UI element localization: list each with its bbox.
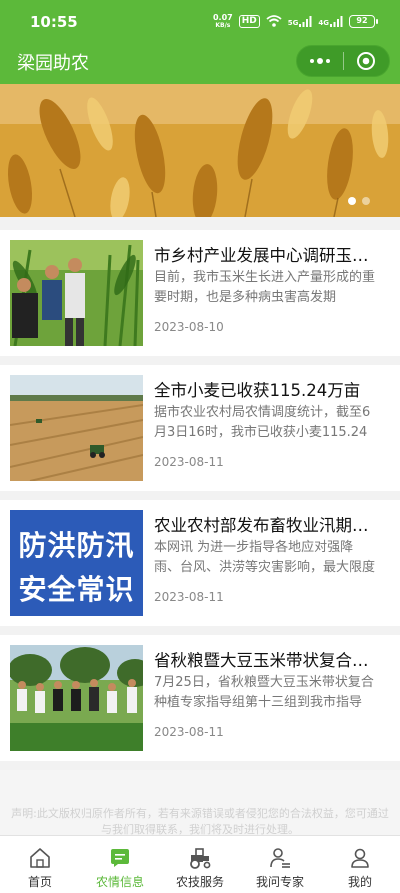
tab-tech-service[interactable]: 农技服务 — [160, 836, 240, 893]
signal-icon-1: 5G — [288, 16, 313, 27]
news-item[interactable]: 全市小麦已收获115.24万亩 据市农业农村局农情调度统计，截至6月3日16时，… — [0, 365, 400, 491]
status-bar: 10:55 0.07 KB/s HD 5G 4G 92 — [0, 0, 400, 40]
carousel-dot-active[interactable] — [348, 197, 356, 205]
news-summary: 7月25日，省秋粮暨大豆玉米带状复合种植专家指导组第十三组到我市指导 — [154, 675, 374, 710]
more-dot-icon — [325, 59, 330, 63]
news-item[interactable]: 防洪防汛 安全常识 农业农村部发布畜牧业汛期防灾减灾技术指导意见 本网讯 为进一… — [0, 500, 400, 626]
bottom-tab-bar: 首页 农情信息 农技服务 我问专家 我的 — [0, 835, 400, 893]
news-date: 2023-08-11 — [154, 590, 224, 604]
news-summary: 本网讯 为进一步指导各地应对强降雨、台风、洪涝等灾害影响，最大限度减少损失 — [154, 540, 376, 575]
carousel-indicator — [348, 197, 370, 205]
battery-cap — [376, 19, 378, 24]
signal-label-2: 4G — [318, 19, 329, 27]
copyright-text: 声明:此文版权归原作者所有，若有来源错误或者侵犯您的合法权益，您可通过与我们取得… — [11, 807, 389, 836]
news-summary: 目前，我市玉米生长进入产量形成的重要时期，也是多种病虫害高发期 — [154, 270, 376, 305]
page-title: 梁园助农 — [17, 53, 89, 74]
news-date: 2023-08-10 — [154, 320, 224, 334]
message-icon — [108, 846, 132, 870]
tab-home[interactable]: 首页 — [0, 836, 80, 893]
news-thumbnail: 防洪防汛 安全常识 — [10, 510, 143, 616]
tab-label: 我的 — [347, 875, 372, 889]
tab-label: 农技服务 — [175, 875, 224, 889]
user-icon — [348, 846, 372, 870]
battery-icon: 92 — [349, 15, 378, 28]
poster-text-line2: 安全常识 — [18, 573, 135, 606]
signal-icon-2: 4G — [318, 16, 343, 27]
battery-level: 92 — [349, 15, 375, 28]
news-item[interactable]: 市乡村产业发展中心调研玉米生长 目前，我市玉米生长进入产量形成的重要时期，也是多… — [0, 230, 400, 356]
more-dot-icon — [309, 59, 314, 63]
home-icon — [28, 846, 52, 870]
news-date: 2023-08-11 — [154, 725, 224, 739]
tab-label: 我问专家 — [255, 875, 304, 889]
tab-label: 农情信息 — [95, 875, 144, 889]
news-title: 农业农村部发布畜牧业汛期防灾减灾技术指导意见 — [154, 516, 376, 535]
net-speed-unit: KB/s — [215, 22, 231, 29]
status-icons: 0.07 KB/s HD 5G 4G 92 — [213, 12, 378, 31]
tab-farm-info[interactable]: 农情信息 — [80, 836, 160, 893]
news-item[interactable]: 省秋粮暨大豆玉米带状复合种植指导 7月25日，省秋粮暨大豆玉米带状复合种植专家指… — [0, 635, 400, 761]
mini-program-capsule — [296, 45, 390, 77]
news-thumbnail — [10, 240, 143, 346]
news-date: 2023-08-11 — [154, 455, 224, 469]
poster-text-line1: 防洪防汛 — [18, 529, 135, 562]
wifi-icon — [266, 12, 282, 31]
target-icon — [357, 52, 376, 70]
nav-bar: 梁园助农 — [0, 40, 400, 84]
news-thumbnail — [10, 645, 143, 751]
news-title: 市乡村产业发展中心调研玉米生长 — [154, 246, 376, 265]
close-mini-program-button[interactable] — [343, 51, 389, 71]
tab-mine[interactable]: 我的 — [320, 836, 400, 893]
banner-carousel[interactable] — [0, 84, 400, 217]
tractor-icon — [188, 846, 212, 870]
hd-badge: HD — [238, 15, 260, 28]
status-time: 10:55 — [30, 13, 78, 31]
wheat-field-image — [0, 84, 400, 217]
more-dot-icon — [316, 58, 323, 64]
news-title: 全市小麦已收获115.24万亩 — [154, 381, 361, 400]
expert-icon — [268, 846, 292, 870]
news-summary: 据市农业农村局农情调度统计，截至6月3日16时，我市已收获小麦115.24万亩 — [154, 405, 371, 440]
copyright-notice: 声明:此文版权归原作者所有，若有来源错误或者侵犯您的合法权益，您可通过与我们取得… — [0, 770, 400, 836]
news-title: 省秋粮暨大豆玉米带状复合种植指导 — [154, 651, 376, 670]
news-thumbnail — [10, 375, 143, 481]
carousel-dot[interactable] — [362, 197, 370, 205]
signal-label-1: 5G — [287, 19, 299, 27]
tab-label: 首页 — [27, 875, 52, 889]
more-options-button[interactable] — [297, 58, 343, 64]
net-speed-value: 0.07 — [212, 13, 233, 22]
net-speed: 0.07 KB/s — [212, 13, 233, 30]
tab-ask-expert[interactable]: 我问专家 — [240, 836, 320, 893]
